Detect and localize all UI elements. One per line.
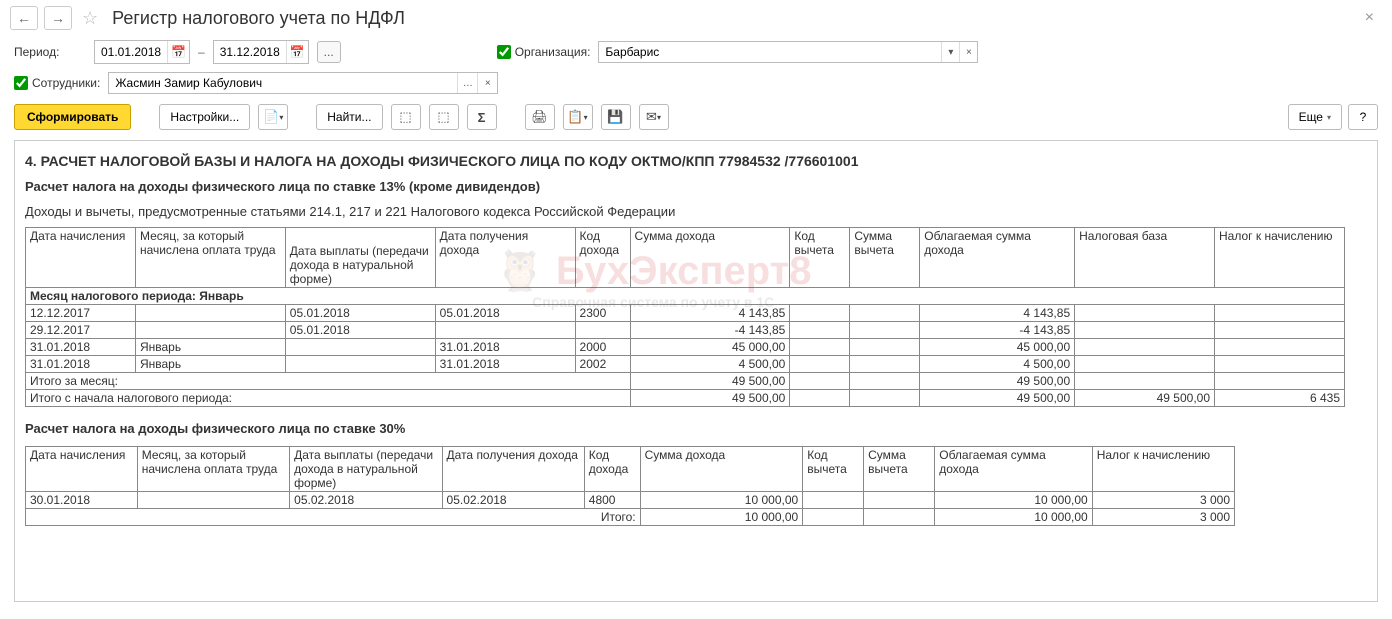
- period-select-button[interactable]: ...: [317, 41, 341, 63]
- total-period-row: Итого с начала налогового периода: 49 50…: [26, 390, 1345, 407]
- total-month-row: Итого за месяц: 49 500,00 49 500,00: [26, 373, 1345, 390]
- table-row: 31.01.2018Январь31.01.2018200045 000,004…: [26, 339, 1345, 356]
- date-to-input[interactable]: 📅: [213, 40, 309, 64]
- org-label: Организация:: [515, 45, 591, 59]
- date-to-field[interactable]: [214, 42, 286, 62]
- collapse-group-icon[interactable]: ⬚: [429, 104, 459, 130]
- subtitle-30: Расчет налога на доходы физического лица…: [25, 421, 1367, 436]
- table-30: Дата начисления Месяц, за который начисл…: [25, 446, 1235, 526]
- sigma-icon[interactable]: Σ: [467, 104, 497, 130]
- description-13: Доходы и вычеты, предусмотренные статьям…: [25, 204, 1367, 219]
- table-row: 30.01.201805.02.201805.02.2018480010 000…: [26, 492, 1235, 509]
- find-button[interactable]: Найти...: [316, 104, 382, 130]
- employee-check-input[interactable]: [14, 76, 28, 90]
- table-header-row: Дата начисления Месяц, за который начисл…: [26, 447, 1235, 492]
- col-header: Облагаемая сумма дохода: [935, 447, 1092, 492]
- col-header: Код дохода: [584, 447, 640, 492]
- total-30-row: Итого: 10 000,00 10 000,00 3 000: [26, 509, 1235, 526]
- toolbar-save-variant-icon[interactable]: 📄▾: [258, 104, 288, 130]
- table-13: Дата начисления Месяц, за который начисл…: [25, 227, 1345, 407]
- settings-button[interactable]: Настройки...: [159, 104, 250, 130]
- help-button[interactable]: ?: [1348, 104, 1378, 130]
- employee-checkbox[interactable]: Сотрудники:: [14, 76, 100, 90]
- favorite-star-icon[interactable]: ☆: [82, 8, 98, 29]
- col-header: Сумма дохода: [640, 447, 803, 492]
- expand-group-icon[interactable]: ⬚: [391, 104, 421, 130]
- col-header: Налоговая база: [1075, 228, 1215, 288]
- col-header: Код вычета: [803, 447, 864, 492]
- nav-back-button[interactable]: ←: [10, 6, 38, 30]
- employee-label: Сотрудники:: [32, 76, 100, 90]
- date-from-input[interactable]: 📅: [94, 40, 190, 64]
- employee-select-icon[interactable]: …: [457, 73, 477, 93]
- period-row: Месяц налогового периода: Январь: [26, 288, 1345, 305]
- date-from-field[interactable]: [95, 42, 167, 62]
- col-header: Дата получения дохода: [435, 228, 575, 288]
- col-header: Дата выплаты (передачи дохода в натураль…: [290, 447, 442, 492]
- table-row: 12.12.201705.01.201805.01.201823004 143,…: [26, 305, 1345, 322]
- date-dash: –: [198, 45, 205, 59]
- table-row: 29.12.201705.01.2018-4 143,85-4 143,85: [26, 322, 1345, 339]
- col-header: Налог к начислению: [1092, 447, 1234, 492]
- col-header: Месяц, за который начислена оплата труда: [135, 228, 285, 288]
- save-icon[interactable]: 💾: [601, 104, 631, 130]
- calendar-icon[interactable]: 📅: [286, 41, 308, 63]
- period-label: Период:: [14, 45, 86, 59]
- org-input[interactable]: ▾ ×: [598, 41, 978, 63]
- org-checkbox[interactable]: Организация:: [497, 45, 591, 59]
- org-field[interactable]: [599, 42, 941, 62]
- preview-icon[interactable]: 📋▾: [563, 104, 593, 130]
- table-header-row: Дата начисления Месяц, за который начисл…: [26, 228, 1345, 288]
- email-icon[interactable]: ✉▾: [639, 104, 669, 130]
- generate-button[interactable]: Сформировать: [14, 104, 131, 130]
- col-header: Сумма вычета: [850, 228, 920, 288]
- col-header: Дата выплаты (передачи дохода в натураль…: [285, 228, 435, 288]
- page-title: Регистр налогового учета по НДФЛ: [112, 8, 405, 29]
- org-check-input[interactable]: [497, 45, 511, 59]
- more-button[interactable]: Еще▾: [1288, 104, 1342, 130]
- col-header: Дата начисления: [26, 447, 138, 492]
- employee-input[interactable]: … ×: [108, 72, 498, 94]
- report-viewport: 🦉 БухЭксперт8 Справочная система по учет…: [14, 140, 1378, 602]
- calendar-icon[interactable]: 📅: [167, 41, 189, 63]
- col-header: Дата начисления: [26, 228, 136, 288]
- section-4-title: 4. РАСЧЕТ НАЛОГОВОЙ БАЗЫ И НАЛОГА НА ДОХ…: [25, 153, 1367, 169]
- col-header: Код дохода: [575, 228, 630, 288]
- col-header: Код вычета: [790, 228, 850, 288]
- col-header: Налог к начислению: [1215, 228, 1345, 288]
- col-header: Сумма вычета: [864, 447, 935, 492]
- col-header: Месяц, за который начислена оплата труда: [137, 447, 289, 492]
- table-row: 31.01.2018Январь31.01.201820024 500,004 …: [26, 356, 1345, 373]
- nav-forward-button[interactable]: →: [44, 6, 72, 30]
- col-header: Дата получения дохода: [442, 447, 584, 492]
- subtitle-13: Расчет налога на доходы физического лица…: [25, 179, 1367, 194]
- print-icon[interactable]: 🖨: [525, 104, 555, 130]
- report-scroll[interactable]: 4. РАСЧЕТ НАЛОГОВОЙ БАЗЫ И НАЛОГА НА ДОХ…: [15, 141, 1377, 601]
- employee-field[interactable]: [109, 73, 457, 93]
- close-button[interactable]: ×: [1357, 9, 1382, 27]
- org-clear-icon[interactable]: ×: [959, 42, 977, 62]
- employee-clear-icon[interactable]: ×: [477, 73, 497, 93]
- col-header: Облагаемая сумма дохода: [920, 228, 1075, 288]
- org-dropdown-icon[interactable]: ▾: [941, 42, 959, 62]
- col-header: Сумма дохода: [630, 228, 790, 288]
